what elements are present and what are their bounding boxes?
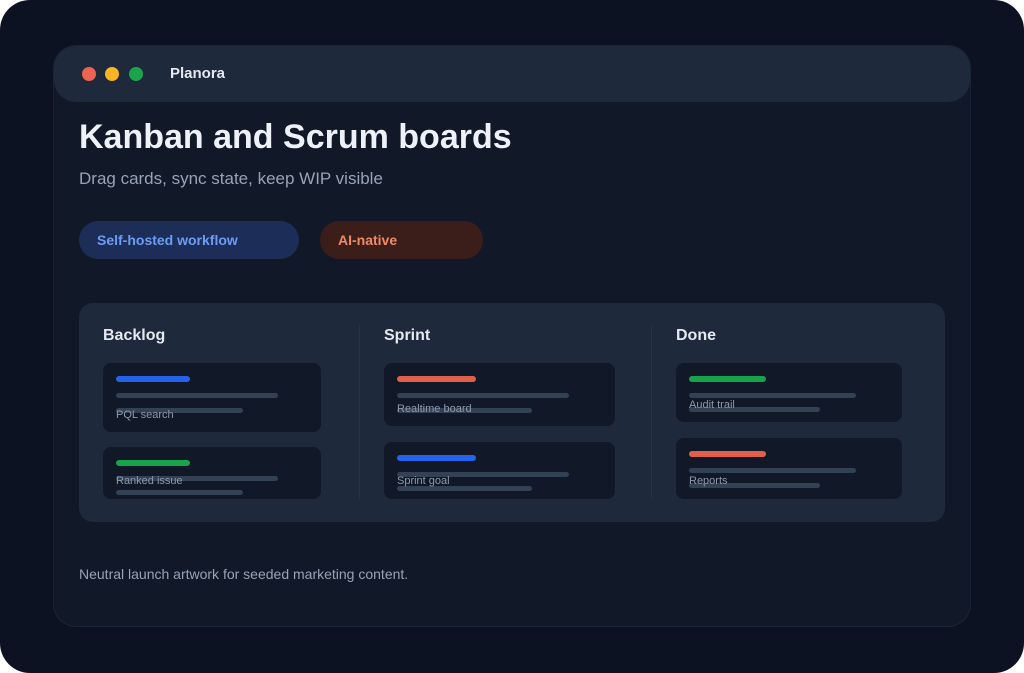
card-tag (689, 376, 766, 382)
kanban-card[interactable]: Realtime board (384, 363, 615, 426)
badge-ai-native: AI-native (320, 221, 483, 259)
column-title-backlog: Backlog (103, 327, 166, 344)
card-tag (689, 451, 766, 457)
kanban-card[interactable]: Sprint goal (384, 442, 615, 499)
card-title: Audit trail (689, 399, 735, 411)
card-title: Ranked issue (116, 475, 183, 487)
card-title: Reports (689, 475, 728, 487)
minimize-window-button[interactable] (105, 67, 119, 81)
card-tag (397, 376, 476, 382)
kanban-card[interactable]: PQL search (103, 363, 321, 432)
maximize-window-button[interactable] (129, 67, 143, 81)
kanban-card[interactable]: Reports (676, 438, 902, 499)
card-title: PQL search (116, 409, 174, 421)
page-subtitle: Drag cards, sync state, keep WIP visible (79, 169, 383, 188)
kanban-card[interactable]: Audit trail (676, 363, 902, 422)
app-window: Planora Kanban and Scrum boards Drag car… (54, 46, 970, 626)
kanban-board: Backlog PQL search Ranked issue Sprint R… (79, 303, 945, 522)
badge-self-hosted: Self-hosted workflow (79, 221, 299, 259)
column-divider (359, 325, 360, 499)
page-title: Kanban and Scrum boards (79, 118, 512, 156)
card-tag (397, 455, 476, 461)
card-text-line (116, 490, 243, 495)
close-window-button[interactable] (82, 67, 96, 81)
app-name: Planora (170, 65, 226, 82)
footer-note: Neutral launch artwork for seeded market… (79, 566, 409, 582)
card-title: Sprint goal (397, 475, 450, 487)
card-text-line (689, 468, 856, 473)
column-title-done: Done (676, 327, 716, 344)
card-tag (116, 460, 190, 466)
kanban-card[interactable]: Ranked issue (103, 447, 321, 499)
column-divider (651, 325, 652, 499)
card-text-line (689, 393, 856, 398)
card-text-line (116, 393, 278, 398)
card-title: Realtime board (397, 403, 472, 415)
card-text-line (397, 393, 569, 398)
page-background: Planora Kanban and Scrum boards Drag car… (0, 0, 1024, 673)
column-title-sprint: Sprint (384, 327, 431, 344)
title-bar: Planora (54, 46, 970, 102)
card-tag (116, 376, 190, 382)
